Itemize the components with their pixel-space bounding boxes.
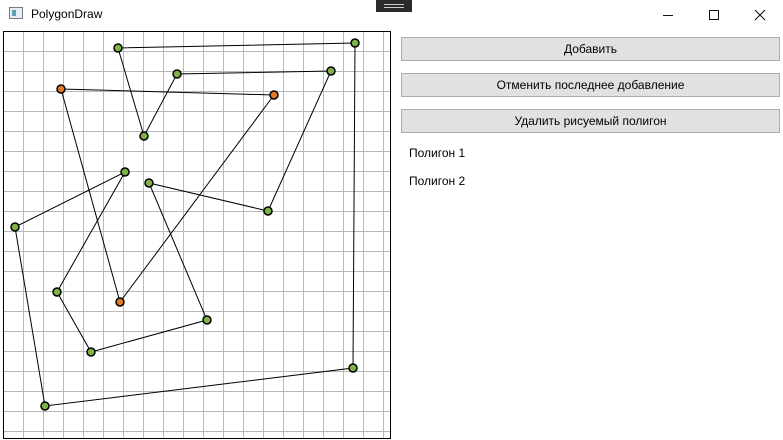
polygon-vertex (350, 38, 360, 48)
app-icon (9, 7, 23, 19)
close-button[interactable] (737, 0, 783, 30)
window-title: PolygonDraw (31, 7, 103, 21)
polygon-edge (60, 88, 275, 304)
title-bar[interactable]: PolygonDraw (0, 0, 783, 30)
polygon-vertex (139, 131, 149, 141)
polygon-vertex (56, 84, 66, 94)
undo-last-button[interactable]: Отменить последнее добавление (401, 73, 780, 97)
polygon-vertex (40, 401, 50, 411)
maximize-button[interactable] (691, 0, 737, 30)
polygon-vertex (172, 69, 182, 79)
canvas-svg[interactable] (2, 30, 394, 440)
polygon-vertex (10, 222, 20, 232)
drawing-canvas[interactable] (2, 30, 394, 440)
polygon-vertex (120, 167, 130, 177)
polygon-vertex (86, 347, 96, 357)
polygon-vertex (202, 315, 212, 325)
polygon-vertex (348, 363, 358, 373)
delete-polygon-button[interactable]: Удалить рисуемый полигон (401, 109, 780, 133)
polygon-vertex (52, 287, 62, 297)
minimize-button[interactable] (645, 0, 691, 30)
polygon-vertex (144, 178, 154, 188)
add-button[interactable]: Добавить (401, 37, 780, 61)
polygon-vertex (115, 297, 125, 307)
polygon-list-item[interactable]: Полигон 2 (401, 168, 781, 196)
polygon-list-item[interactable]: Полигон 1 (401, 140, 781, 168)
polygon-vertex (113, 43, 123, 53)
maximize-icon (709, 10, 719, 20)
polygon-vertex (326, 66, 336, 76)
polygon-vertex (263, 206, 273, 216)
snap-grip-handle[interactable] (376, 0, 412, 12)
minimize-icon (663, 15, 673, 16)
polygon-list[interactable]: Полигон 1 Полигон 2 (401, 140, 781, 196)
polygon-vertex (269, 90, 279, 100)
close-icon (754, 9, 766, 21)
